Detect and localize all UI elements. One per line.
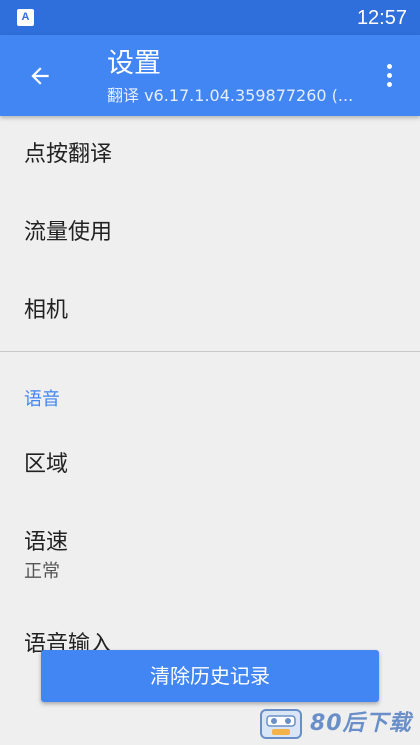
clear-history-button[interactable]: 清除历史记录 xyxy=(41,650,379,702)
setting-title: 流量使用 xyxy=(24,220,113,245)
back-button[interactable] xyxy=(18,54,62,98)
setting-tap-to-translate[interactable]: 点按翻译 xyxy=(0,116,420,194)
setting-speech-rate[interactable]: 语速 正常 xyxy=(0,504,420,594)
setting-title: 语速 xyxy=(24,530,69,555)
status-bar: A 12:57 xyxy=(0,0,420,35)
more-vert-icon xyxy=(387,64,392,69)
cassette-logo-icon xyxy=(260,709,302,739)
status-time: 12:57 xyxy=(356,7,407,29)
app-bar: 设置 翻译 v6.17.1.04.359877260 (... xyxy=(0,35,420,116)
setting-title: 点按翻译 xyxy=(24,142,113,167)
setting-data-usage[interactable]: 流量使用 xyxy=(0,194,420,272)
arrow-left-icon xyxy=(31,67,49,85)
setting-camera[interactable]: 相机 xyxy=(0,272,420,350)
app-notification-icon: A xyxy=(17,9,34,26)
section-header-voice: 语音 xyxy=(24,389,60,410)
watermark-text: 80后下载 xyxy=(310,711,412,736)
more-options-button[interactable] xyxy=(378,59,402,93)
setting-summary: 正常 xyxy=(24,561,60,582)
watermark: 80后下载 xyxy=(258,706,418,742)
setting-title: 区域 xyxy=(24,452,69,477)
page-title: 设置 xyxy=(107,48,161,79)
section-divider xyxy=(0,351,420,352)
page-subtitle: 翻译 v6.17.1.04.359877260 (... xyxy=(107,86,354,105)
setting-title: 相机 xyxy=(24,298,69,323)
setting-region[interactable]: 区域 xyxy=(0,426,420,504)
